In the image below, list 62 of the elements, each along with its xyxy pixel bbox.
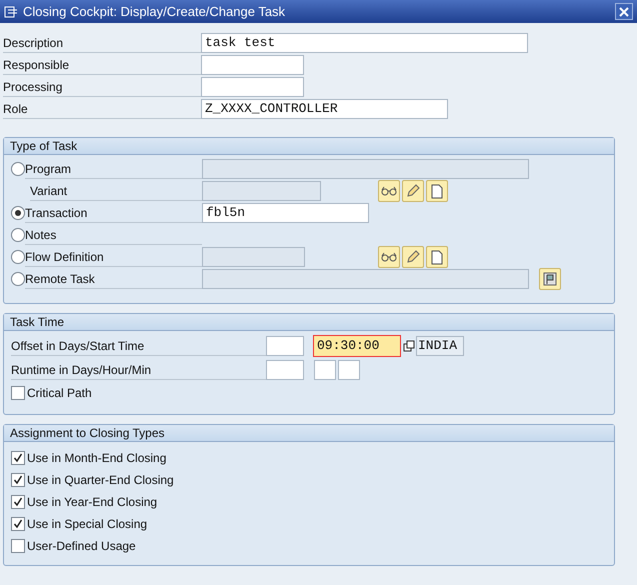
radio-button[interactable]	[11, 250, 25, 264]
checkbox-label: Use in Month-End Closing	[27, 450, 166, 467]
remote-button[interactable]	[539, 268, 561, 290]
input-field[interactable]	[314, 360, 336, 380]
checkbox[interactable]	[11, 517, 25, 531]
display-button[interactable]	[378, 246, 400, 268]
close-button[interactable]	[615, 3, 633, 20]
glasses-icon	[381, 252, 397, 262]
radio-button[interactable]	[11, 206, 25, 220]
checkbox-label: User-Defined Usage	[27, 538, 136, 555]
checkbox[interactable]	[11, 539, 25, 553]
page-icon	[431, 250, 443, 264]
radio-button[interactable]	[11, 162, 25, 176]
timezone-field[interactable]: INDIA	[416, 336, 464, 356]
create-button[interactable]	[426, 246, 448, 268]
checkbox-label: Use in Special Closing	[27, 516, 148, 533]
field-label: Program	[25, 159, 202, 179]
field-label: Notes	[25, 225, 202, 245]
checkbox[interactable]	[11, 386, 25, 400]
field-label: Processing	[3, 77, 201, 97]
field-label: Variant	[30, 181, 202, 201]
field-label: Description	[3, 33, 201, 53]
field-label: Flow Definition	[25, 247, 202, 267]
field-label: Role	[3, 99, 201, 119]
checkbox-label: Use in Year-End Closing	[27, 494, 158, 511]
window-icon	[4, 6, 18, 18]
copy-icon	[403, 340, 415, 352]
input-field[interactable]: Z_XXXX_CONTROLLER	[201, 99, 448, 119]
field-label: Transaction	[25, 203, 202, 223]
window-title: Closing Cockpit: Display/Create/Change Task	[23, 2, 286, 21]
close-icon	[619, 6, 629, 16]
time-field[interactable]: 09:30:00	[313, 335, 401, 357]
group-title: Assignment to Closing Types	[4, 425, 614, 442]
flag-icon	[543, 272, 557, 286]
checkbox[interactable]	[11, 451, 25, 465]
radio-button[interactable]	[11, 272, 25, 286]
display-button[interactable]	[378, 180, 400, 202]
group-title: Type of Task	[4, 138, 614, 155]
checkbox[interactable]	[11, 495, 25, 509]
field-label: Offset in Days/Start Time	[11, 336, 266, 356]
radio-button[interactable]	[11, 228, 25, 242]
checkbox[interactable]	[11, 473, 25, 487]
pencil-icon	[406, 184, 420, 198]
page-icon	[431, 184, 443, 198]
input-field[interactable]	[266, 336, 304, 356]
edit-button[interactable]	[402, 246, 424, 268]
input-field[interactable]	[266, 360, 304, 380]
edit-button[interactable]	[402, 180, 424, 202]
checkbox-label: Use in Quarter-End Closing	[27, 472, 174, 489]
glasses-icon	[381, 186, 397, 196]
create-button[interactable]	[426, 180, 448, 202]
input-field[interactable]: fbl5n	[202, 203, 369, 223]
group-title: Task Time	[4, 314, 614, 331]
field-label: Responsible	[3, 55, 201, 75]
pencil-icon	[406, 250, 420, 264]
input-field[interactable]	[201, 77, 304, 97]
field-label: Remote Task	[25, 269, 202, 289]
input-field[interactable]: task test	[201, 33, 528, 53]
input-field[interactable]	[338, 360, 360, 380]
input-field[interactable]	[201, 55, 304, 75]
field-label: Runtime in Days/Hour/Min	[11, 360, 266, 380]
checkbox-label: Critical Path	[27, 385, 92, 402]
